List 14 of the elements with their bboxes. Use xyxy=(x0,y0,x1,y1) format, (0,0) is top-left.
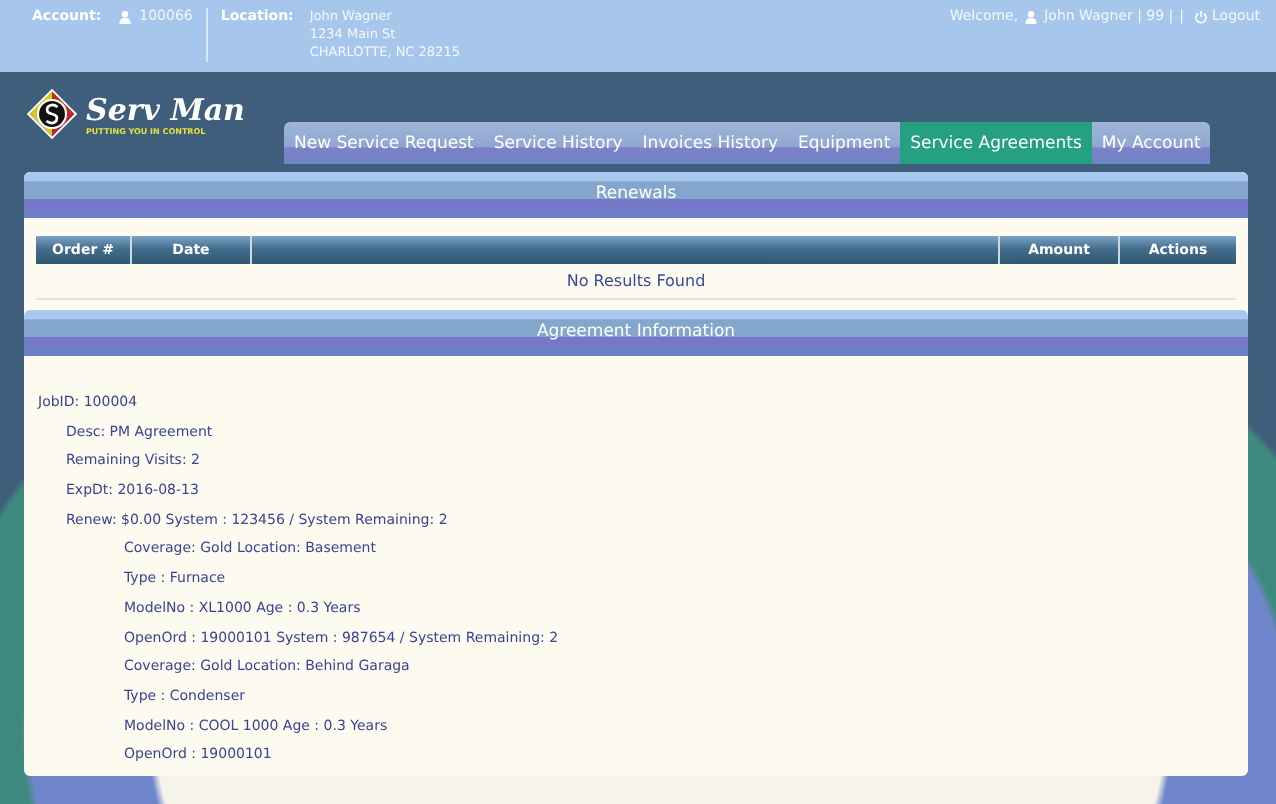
user-icon xyxy=(117,10,132,24)
nav-tab[interactable]: Invoices History xyxy=(632,122,789,164)
nav-tab[interactable]: My Account xyxy=(1091,122,1211,164)
logo-name: Serv Man xyxy=(86,93,245,125)
nav-tab[interactable]: New Service Request xyxy=(284,122,484,164)
user-icon xyxy=(1024,10,1039,24)
nav-tab[interactable]: Service Agreements xyxy=(900,122,1092,164)
nav-tab[interactable]: Service History xyxy=(483,122,633,164)
nav-tab[interactable]: Equipment xyxy=(788,122,901,164)
empty-message: No Results Found xyxy=(36,264,1236,300)
section-header: Agreement Information xyxy=(24,310,1248,356)
logo-icon xyxy=(24,86,80,142)
section-header: Renewals xyxy=(24,172,1248,218)
power-icon xyxy=(1194,9,1209,23)
